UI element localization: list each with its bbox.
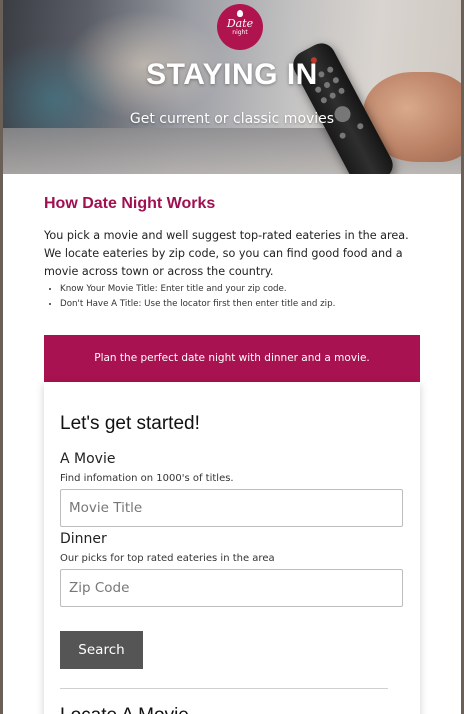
list-item: Know Your Movie Title: Enter title and y… xyxy=(60,282,450,297)
movie-title-input[interactable] xyxy=(60,489,403,527)
form-heading: Let's get started! xyxy=(60,413,200,434)
zip-code-input[interactable] xyxy=(60,569,403,607)
dinner-help-text: Our picks for top rated eateries in the … xyxy=(60,553,275,564)
intro-paragraph: You pick a movie and well suggest top-ra… xyxy=(44,229,409,278)
date-night-logo[interactable]: Date night xyxy=(217,4,263,50)
plan-banner: Plan the perfect date night with dinner … xyxy=(44,335,420,382)
movie-label: A Movie xyxy=(60,451,116,467)
hero-title: STAYING IN xyxy=(146,58,318,91)
search-form-card: Let's get started! A Movie Find infomati… xyxy=(44,382,420,714)
hero-banner: Date night STAYING IN Get current or cla… xyxy=(3,0,461,174)
movie-help-text: Find infomation on 1000's of titles. xyxy=(60,473,234,484)
list-item: Don't Have A Title: Use the locator firs… xyxy=(60,297,450,312)
hero-subtitle: Get current or classic movies xyxy=(129,111,335,127)
logo-spoon-icon xyxy=(237,10,243,17)
divider xyxy=(60,688,388,689)
logo-line1: Date xyxy=(226,17,254,30)
logo-line2: night xyxy=(232,29,248,36)
locate-movie-heading: Locate A Movie xyxy=(60,705,189,714)
how-it-works-heading: How Date Night Works xyxy=(44,195,216,212)
page-frame: Date night STAYING IN Get current or cla… xyxy=(3,0,461,714)
tips-list: Know Your Movie Title: Enter title and y… xyxy=(44,282,450,312)
dinner-label: Dinner xyxy=(60,531,107,547)
search-button[interactable]: Search xyxy=(60,631,143,669)
